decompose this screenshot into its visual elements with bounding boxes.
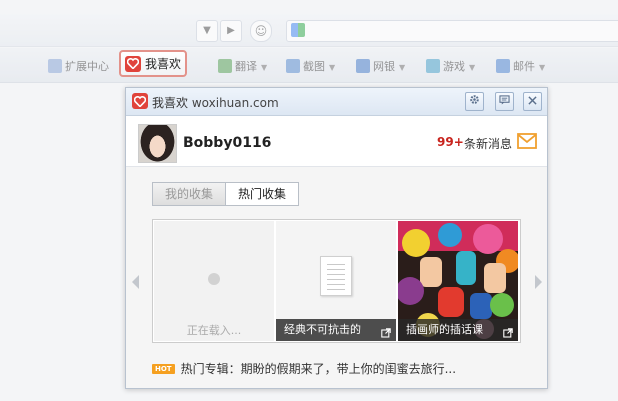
comment-icon[interactable] bbox=[495, 92, 514, 111]
toolbar-item-game[interactable]: 游戏 ▼ bbox=[426, 58, 475, 74]
close-icon[interactable] bbox=[523, 92, 542, 111]
gallery-caption: 插画师的插话课 bbox=[398, 319, 518, 341]
bank-icon bbox=[356, 59, 370, 73]
user-info-row: Bobby0116 99+ 条新消息 bbox=[126, 116, 547, 167]
loading-spinner-icon bbox=[208, 273, 220, 285]
extension-toolbar: 扩展中心 翻译 ▼ 截图 ▼ 网银 ▼ 游戏 ▼ 邮件 ▼ bbox=[0, 48, 618, 83]
collection-gallery: 正在载入... 经典不可抗击的 插画师的插话课 bbox=[152, 219, 521, 343]
carousel-next-arrow[interactable] bbox=[535, 275, 542, 289]
hot-album-row[interactable]: HOT 热门专辑：期盼的假期来了，带上你的闺蜜去旅行... bbox=[152, 360, 456, 377]
woxihuan-button[interactable]: 我喜欢 bbox=[119, 50, 187, 77]
heart-logo-icon bbox=[124, 55, 141, 72]
hot-badge: HOT bbox=[152, 364, 175, 374]
envelope-icon[interactable] bbox=[517, 133, 537, 152]
gallery-item-illustration[interactable]: 插画师的插话课 bbox=[398, 221, 518, 341]
avatar[interactable] bbox=[138, 124, 177, 163]
toolbar-item-screenshot[interactable]: 截图 ▼ bbox=[286, 58, 335, 74]
popup-header: 我喜欢 woxihuan.com bbox=[126, 88, 547, 116]
document-icon bbox=[320, 256, 352, 296]
chevron-down-icon: ▼ bbox=[539, 63, 546, 72]
username[interactable]: Bobby0116 bbox=[183, 135, 271, 151]
external-link-icon[interactable] bbox=[503, 324, 513, 341]
chevron-down-icon: ▼ bbox=[329, 63, 336, 72]
external-link-icon[interactable] bbox=[381, 324, 391, 341]
loading-text: 正在载入... bbox=[186, 324, 242, 337]
search-box[interactable] bbox=[286, 20, 618, 42]
tab-hot-collections[interactable]: 热门收集 bbox=[225, 182, 300, 206]
game-icon bbox=[426, 59, 440, 73]
dropdown-arrow-icon[interactable]: ▼ bbox=[196, 20, 218, 42]
gallery-item-loading: 正在载入... bbox=[154, 221, 274, 341]
gallery-caption: 经典不可抗击的 bbox=[276, 319, 396, 341]
mail-icon bbox=[496, 59, 510, 73]
tab-my-collections[interactable]: 我的收集 bbox=[152, 182, 226, 206]
chevron-down-icon: ▼ bbox=[399, 63, 406, 72]
search-engine-icon bbox=[291, 23, 305, 37]
toolbar-item-mail[interactable]: 邮件 ▼ bbox=[496, 58, 545, 74]
gallery-item-classic[interactable]: 经典不可抗击的 bbox=[276, 221, 396, 341]
hot-album-text[interactable]: 热门专辑：期盼的假期来了，带上你的闺蜜去旅行... bbox=[181, 362, 456, 376]
chevron-down-icon: ▼ bbox=[261, 63, 268, 72]
message-count[interactable]: 99+ bbox=[437, 135, 464, 149]
woxihuan-button-label: 我喜欢 bbox=[144, 57, 181, 71]
extension-icon bbox=[48, 59, 62, 73]
popup-title: 我喜欢 woxihuan.com bbox=[152, 96, 279, 110]
translate-icon bbox=[218, 59, 232, 73]
woxihuan-popup: 我喜欢 woxihuan.com Bobby0116 99+ 条新消息 我的收集… bbox=[125, 87, 548, 389]
heart-logo-icon bbox=[132, 93, 148, 109]
chevron-down-icon: ▼ bbox=[469, 63, 476, 72]
collection-tabs: 我的收集 热门收集 bbox=[152, 182, 300, 206]
message-label[interactable]: 条新消息 bbox=[464, 135, 512, 152]
security-icon[interactable]: ☺ bbox=[250, 20, 272, 42]
toolbar-item-extensions[interactable]: 扩展中心 bbox=[48, 58, 109, 74]
address-bar-area: ▼ ▶ ☺ bbox=[0, 14, 618, 47]
gear-icon[interactable] bbox=[465, 92, 484, 111]
screenshot-icon bbox=[286, 59, 300, 73]
toolbar-item-bank[interactable]: 网银 ▼ bbox=[356, 58, 405, 74]
toolbar-item-translate[interactable]: 翻译 ▼ bbox=[218, 58, 267, 74]
collection-area: 我的收集 热门收集 正在载入... 经典不可抗击的 插画师的插话课 HOT 热门… bbox=[126, 167, 547, 388]
go-arrow-icon[interactable]: ▶ bbox=[220, 20, 242, 42]
carousel-prev-arrow[interactable] bbox=[132, 275, 139, 289]
